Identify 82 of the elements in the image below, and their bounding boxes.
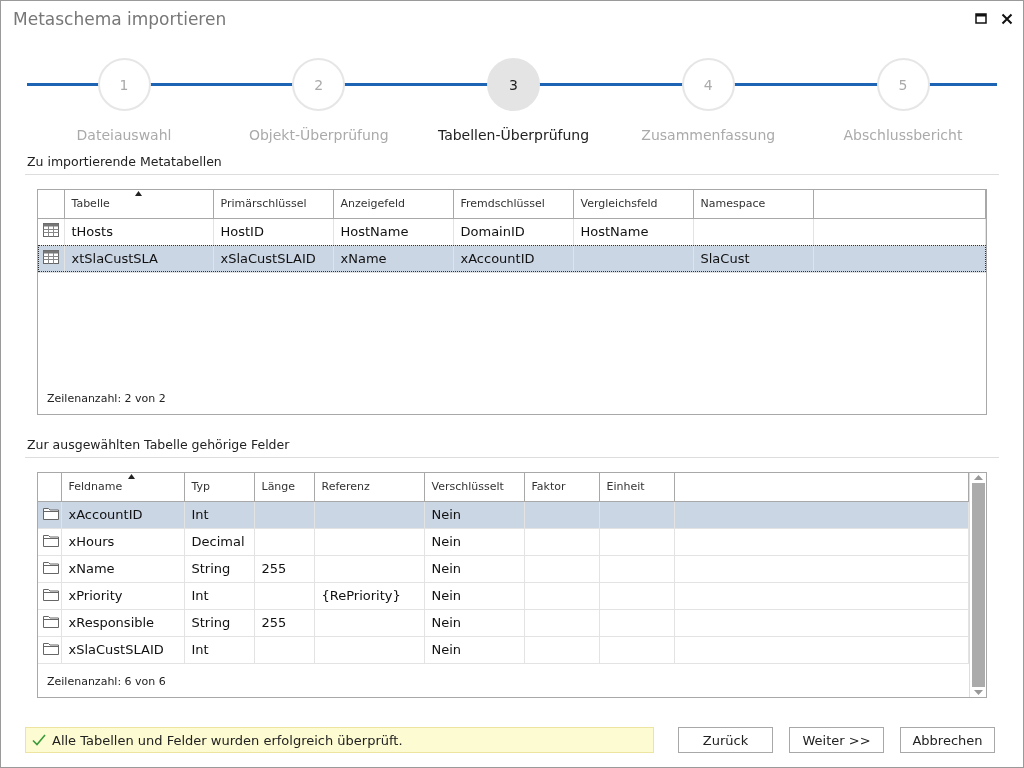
table-cell: xtSlaCustSLA xyxy=(71,251,158,266)
table-cell: SlaCust xyxy=(700,251,750,266)
table-cell: HostID xyxy=(220,224,264,239)
table-cell: Nein xyxy=(431,534,462,549)
table-cell: xName xyxy=(340,251,387,266)
table-row[interactable]: xAccountID Int Nein xyxy=(38,501,969,528)
table-cell: xAccountID xyxy=(68,507,143,522)
table-cell: xSlaCustSLAID xyxy=(68,642,164,657)
table-cell: xResponsible xyxy=(68,615,155,630)
step-circle[interactable]: 3 xyxy=(487,58,540,111)
table-cell: HostName xyxy=(340,224,409,239)
step-label: Tabellen-Überprüfung xyxy=(437,127,590,143)
table-cell: Nein xyxy=(431,588,462,603)
scroll-thumb[interactable] xyxy=(971,483,985,687)
folder-icon xyxy=(43,533,59,547)
dialog-button[interactable]: Weiter >> xyxy=(789,727,884,753)
table-cell: xSlaCustSLAID xyxy=(220,251,316,266)
table-icon xyxy=(43,223,59,237)
column-header[interactable]: Anzeigefeld xyxy=(333,190,453,218)
table-row[interactable]: xResponsible String 255 Nein xyxy=(38,609,969,636)
row-count: Zeilenanzahl: 2 von 2 xyxy=(46,392,167,407)
table-cell: xHours xyxy=(68,534,115,549)
step-label: Dateiauswahl xyxy=(76,127,172,143)
row-count: Zeilenanzahl: 6 von 6 xyxy=(46,675,167,690)
table-cell: String xyxy=(191,561,231,576)
table-cell: Nein xyxy=(431,615,462,630)
column-header[interactable]: Verschlüsselt xyxy=(424,473,524,501)
window-title: Metaschema importieren xyxy=(13,8,228,29)
column-header[interactable]: Einheit xyxy=(599,473,674,501)
scroll-down-icon[interactable] xyxy=(973,690,983,695)
table-cell: Nein xyxy=(431,642,462,657)
column-header[interactable]: Faktor xyxy=(524,473,599,501)
step-label: Abschlussbericht xyxy=(843,127,963,143)
table-cell: {RePriority} xyxy=(321,588,401,603)
folder-icon xyxy=(43,506,59,520)
table-cell: Decimal xyxy=(191,534,245,549)
maximize-icon[interactable] xyxy=(975,12,987,25)
table-cell: HostName xyxy=(580,224,649,239)
table-cell: tHosts xyxy=(71,224,113,239)
table-cell: xName xyxy=(68,561,115,576)
table-cell: xAccountID xyxy=(460,251,535,266)
dialog-button[interactable]: Zurück xyxy=(678,727,773,753)
column-header[interactable]: Vergleichsfeld xyxy=(573,190,693,218)
table-row[interactable]: xtSlaCustSLA xSlaCustSLAID xName xAccountID SlaCust xyxy=(38,245,986,272)
table-cell: Int xyxy=(191,588,209,603)
scroll-up-icon[interactable] xyxy=(973,475,983,480)
column-header[interactable]: Tabelle xyxy=(64,190,213,218)
step-label: Zusammenfassung xyxy=(641,127,776,143)
column-header[interactable]: Primärschlüssel xyxy=(213,190,333,218)
table-cell: DomainID xyxy=(460,224,525,239)
column-header[interactable]: Fremdschlüssel xyxy=(453,190,573,218)
column-header[interactable]: Länge xyxy=(254,473,314,501)
column-header[interactable]: Typ xyxy=(184,473,254,501)
table-cell: Int xyxy=(191,507,209,522)
check-icon xyxy=(32,734,46,746)
section-title: Zu importierende Metatabellen xyxy=(25,154,999,175)
table-cell: xPriority xyxy=(68,588,123,603)
folder-icon xyxy=(43,641,59,655)
table-cell: Nein xyxy=(431,507,462,522)
section-title: Zur ausgewählten Tabelle gehörige Felder xyxy=(25,437,999,458)
close-icon[interactable] xyxy=(1001,12,1013,25)
table-cell: String xyxy=(191,615,231,630)
folder-icon xyxy=(43,587,59,601)
table-row[interactable]: xHours Decimal Nein xyxy=(38,528,969,555)
folder-icon xyxy=(43,560,59,574)
column-header[interactable]: Namespace xyxy=(693,190,813,218)
step-label: Objekt-Überprüfung xyxy=(248,127,389,143)
table-row[interactable]: xName String 255 Nein xyxy=(38,555,969,582)
table-cell: 255 xyxy=(261,561,287,576)
table-icon xyxy=(43,250,59,264)
table-cell: 255 xyxy=(261,615,287,630)
table-cell: Int xyxy=(191,642,209,657)
column-header[interactable]: Feldname xyxy=(61,473,184,501)
dialog-button[interactable]: Abbrechen xyxy=(900,727,995,753)
status-text: Alle Tabellen und Felder wurden erfolgreich überprüft. xyxy=(52,732,403,748)
column-header[interactable]: Referenz xyxy=(314,473,424,501)
table-row[interactable]: xPriority Int {RePriority} Nein xyxy=(38,582,969,609)
folder-icon xyxy=(43,614,59,628)
table-row[interactable]: tHosts HostID HostName DomainID HostName xyxy=(38,218,986,245)
scrollbar[interactable] xyxy=(969,473,986,697)
table-row[interactable]: xSlaCustSLAID Int Nein xyxy=(38,636,969,663)
table-cell: Nein xyxy=(431,561,462,576)
